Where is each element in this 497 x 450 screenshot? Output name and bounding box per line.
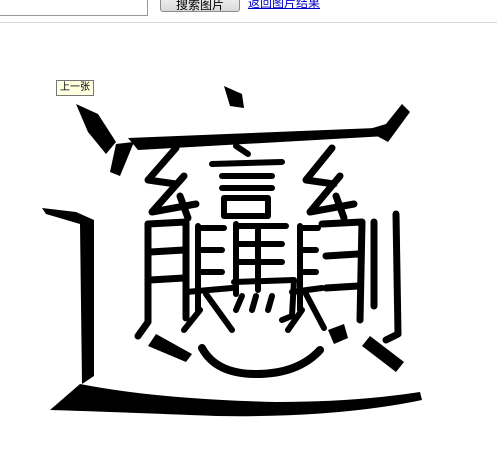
previous-image-tooltip: 上一张 <box>56 80 94 96</box>
biang-character-icon <box>42 86 422 417</box>
search-images-button[interactable]: 搜索图片 <box>160 0 240 12</box>
main-image[interactable] <box>36 84 436 434</box>
top-toolbar: 搜索图片 返回图片结果 <box>0 0 497 23</box>
back-to-results-link[interactable]: 返回图片结果 <box>248 0 320 10</box>
search-input[interactable] <box>0 0 148 16</box>
